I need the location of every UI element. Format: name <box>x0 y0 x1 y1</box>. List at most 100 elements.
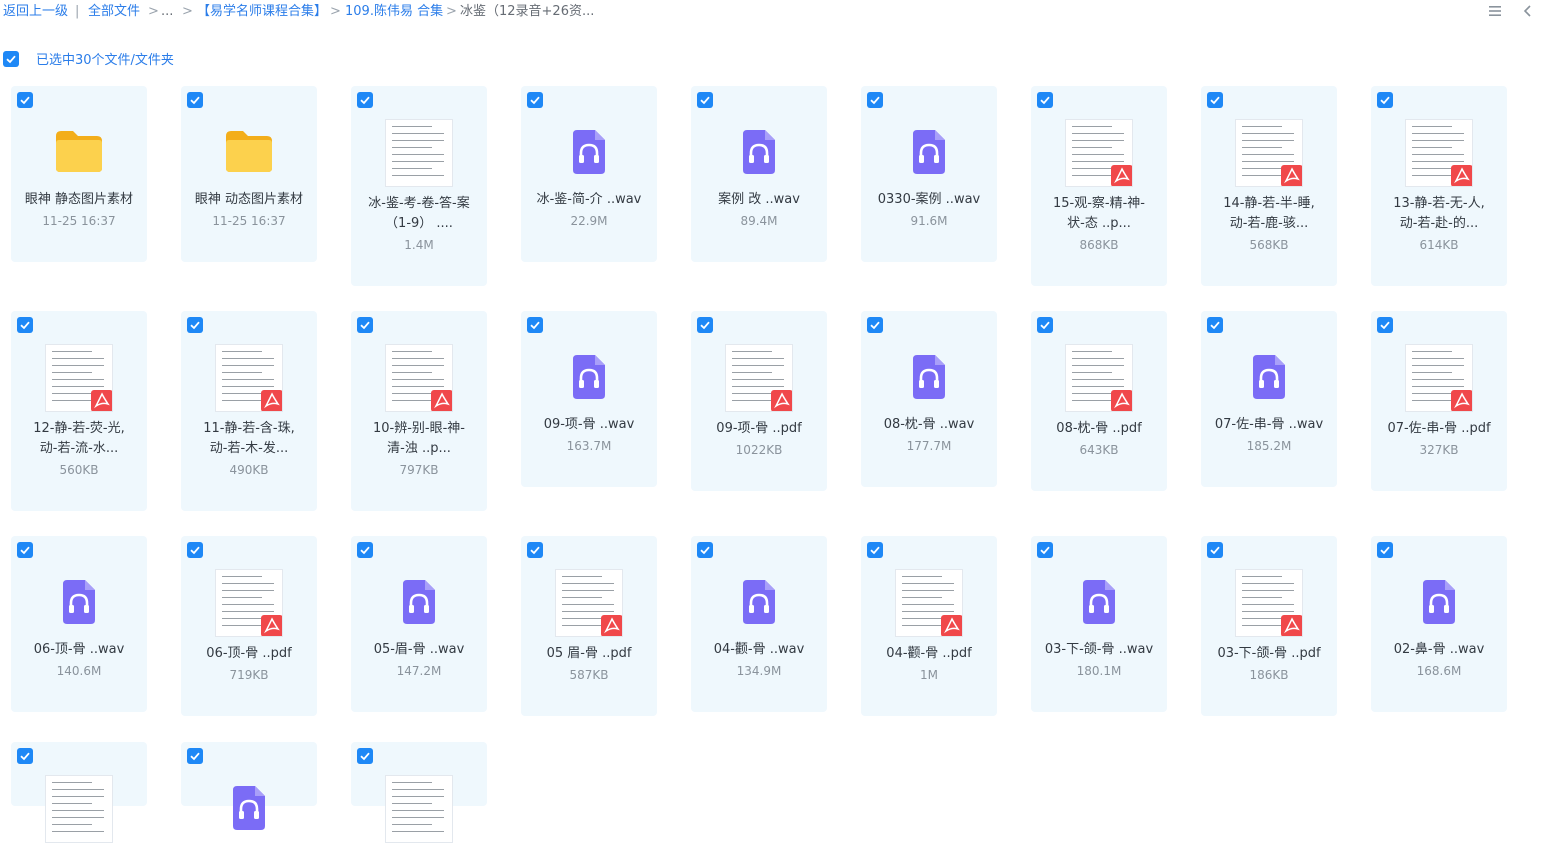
file-card[interactable]: 09-项-骨 ..wav 163.7M <box>521 311 657 487</box>
file-card[interactable]: 03-下-颌-骨 ..wav 180.1M <box>1031 536 1167 712</box>
file-card[interactable]: 06-顶-骨 ..pdf 719KB <box>181 536 317 716</box>
document-thumbnail <box>215 344 283 412</box>
file-card[interactable]: 12-静-若-荧-光, 动-若-流-水... 560KB <box>11 311 147 511</box>
file-card[interactable] <box>181 742 317 830</box>
text-line <box>222 386 274 387</box>
audio-file-icon <box>739 130 779 174</box>
file-checkbox[interactable] <box>357 92 373 108</box>
text-line <box>222 379 274 380</box>
file-name: 眼神 动态图片素材 <box>194 192 304 207</box>
file-checkbox[interactable] <box>867 542 883 558</box>
audio-file-icon <box>1079 580 1119 624</box>
file-checkbox[interactable] <box>357 748 373 764</box>
file-card[interactable]: 06-顶-骨 ..wav 140.6M <box>11 536 147 712</box>
file-checkbox[interactable] <box>1377 92 1393 108</box>
top-bar: 返回上一级 | 全部文件 > ... > 【易学名师课程合集】 > 109.陈伟… <box>0 0 1547 26</box>
file-checkbox[interactable] <box>187 317 203 333</box>
back-link[interactable]: 返回上一级 <box>3 3 68 21</box>
file-checkbox[interactable] <box>1207 542 1223 558</box>
file-checkbox[interactable] <box>187 542 203 558</box>
file-card[interactable]: 08-枕-骨 ..wav 177.7M <box>861 311 997 487</box>
text-line <box>52 379 104 380</box>
file-meta: 140.6M <box>56 664 102 678</box>
file-checkbox[interactable] <box>697 542 713 558</box>
file-checkbox[interactable] <box>17 92 33 108</box>
file-card[interactable]: 04-颧-骨 ..pdf 1M <box>861 536 997 716</box>
file-checkbox[interactable] <box>1037 92 1053 108</box>
file-checkbox[interactable] <box>357 542 373 558</box>
file-card[interactable]: 03-下-颌-骨 ..pdf 186KB <box>1201 536 1337 716</box>
file-checkbox[interactable] <box>1037 317 1053 333</box>
breadcrumb-ellipsis[interactable]: ... <box>161 3 173 21</box>
text-line <box>392 803 432 804</box>
file-card[interactable]: 09-项-骨 ..pdf 1022KB <box>691 311 827 491</box>
file-checkbox[interactable] <box>527 317 543 333</box>
file-checkbox[interactable] <box>527 542 543 558</box>
file-card[interactable]: 眼神 静态图片素材 11-25 16:37 <box>11 86 147 262</box>
file-checkbox[interactable] <box>1377 542 1393 558</box>
file-checkbox[interactable] <box>1377 317 1393 333</box>
file-checkbox[interactable] <box>527 92 543 108</box>
file-card[interactable]: 13-静-若-无-人, 动-若-赴-的... 614KB <box>1371 86 1507 286</box>
text-line <box>222 618 262 619</box>
file-meta: 587KB <box>569 668 609 682</box>
file-name-line-2: 动-若-鹿-骇... <box>1229 216 1309 231</box>
file-card[interactable]: 10-辨-别-眼-神- 清-浊 ..p... 797KB <box>351 311 487 511</box>
breadcrumb-folder-2[interactable]: 109.陈伟易 合集 <box>345 3 443 21</box>
file-card[interactable] <box>351 742 487 843</box>
file-card[interactable]: 08-枕-骨 ..pdf 643KB <box>1031 311 1167 491</box>
file-checkbox[interactable] <box>697 92 713 108</box>
file-card[interactable]: 冰-鉴-简-介 ..wav 22.9M <box>521 86 657 262</box>
file-card[interactable]: 02-鼻-骨 ..wav 168.6M <box>1371 536 1507 712</box>
text-line <box>902 611 954 612</box>
text-line <box>52 817 104 818</box>
breadcrumb-folder-1[interactable]: 【易学名师课程合集】 <box>197 3 327 21</box>
file-card[interactable]: 05 眉-骨 ..pdf 587KB <box>521 536 657 716</box>
text-line <box>392 789 444 790</box>
file-checkbox[interactable] <box>357 317 373 333</box>
file-card[interactable]: 14-静-若-半-睡, 动-若-鹿-骇... 568KB <box>1201 86 1337 286</box>
file-card[interactable] <box>11 742 147 843</box>
file-checkbox[interactable] <box>1207 92 1223 108</box>
text-line <box>52 358 104 359</box>
file-card[interactable]: 11-静-若-含-珠, 动-若-木-发... 490KB <box>181 311 317 511</box>
text-line <box>52 831 104 832</box>
text-line <box>902 583 954 584</box>
text-line <box>1412 161 1464 162</box>
file-card[interactable]: 案例 改 ..wav 89.4M <box>691 86 827 262</box>
pdf-icon <box>1451 165 1472 186</box>
breadcrumb-all-files[interactable]: 全部文件 <box>88 3 140 21</box>
file-card[interactable]: 04-颧-骨 ..wav 134.9M <box>691 536 827 712</box>
file-checkbox[interactable] <box>187 748 203 764</box>
file-meta: 643KB <box>1079 443 1119 457</box>
file-checkbox[interactable] <box>1207 317 1223 333</box>
select-all-checkbox[interactable] <box>3 51 19 67</box>
chevron-left-icon[interactable] <box>1520 3 1536 19</box>
text-line <box>1412 140 1464 141</box>
file-checkbox[interactable] <box>867 317 883 333</box>
file-checkbox[interactable] <box>1037 542 1053 558</box>
file-checkbox[interactable] <box>17 542 33 558</box>
file-card[interactable]: 眼神 动态图片素材 11-25 16:37 <box>181 86 317 262</box>
text-line <box>1412 154 1464 155</box>
text-line <box>52 824 92 825</box>
file-card[interactable]: 15-观-察-精-神- 状-态 ..p... 868KB <box>1031 86 1167 286</box>
folder-icon <box>224 128 274 174</box>
file-checkbox[interactable] <box>187 92 203 108</box>
text-line <box>1412 147 1452 148</box>
file-card[interactable]: 冰-鉴-考-卷-答-案 （1-9） .... 1.4M <box>351 86 487 286</box>
file-name: 09-项-骨 ..wav <box>543 417 635 432</box>
file-card[interactable]: 07-佐-串-骨 ..pdf 327KB <box>1371 311 1507 491</box>
file-card[interactable]: 05-眉-骨 ..wav 147.2M <box>351 536 487 712</box>
file-card[interactable]: 0330-案例 ..wav 91.6M <box>861 86 997 262</box>
file-card[interactable]: 07-佐-串-骨 ..wav 185.2M <box>1201 311 1337 487</box>
file-checkbox[interactable] <box>697 317 713 333</box>
text-line <box>1072 154 1124 155</box>
text-line <box>392 379 444 380</box>
file-checkbox[interactable] <box>867 92 883 108</box>
list-view-icon[interactable] <box>1487 3 1503 19</box>
file-checkbox[interactable] <box>17 748 33 764</box>
text-line <box>1072 351 1112 352</box>
document-thumbnail <box>385 775 453 843</box>
file-checkbox[interactable] <box>17 317 33 333</box>
